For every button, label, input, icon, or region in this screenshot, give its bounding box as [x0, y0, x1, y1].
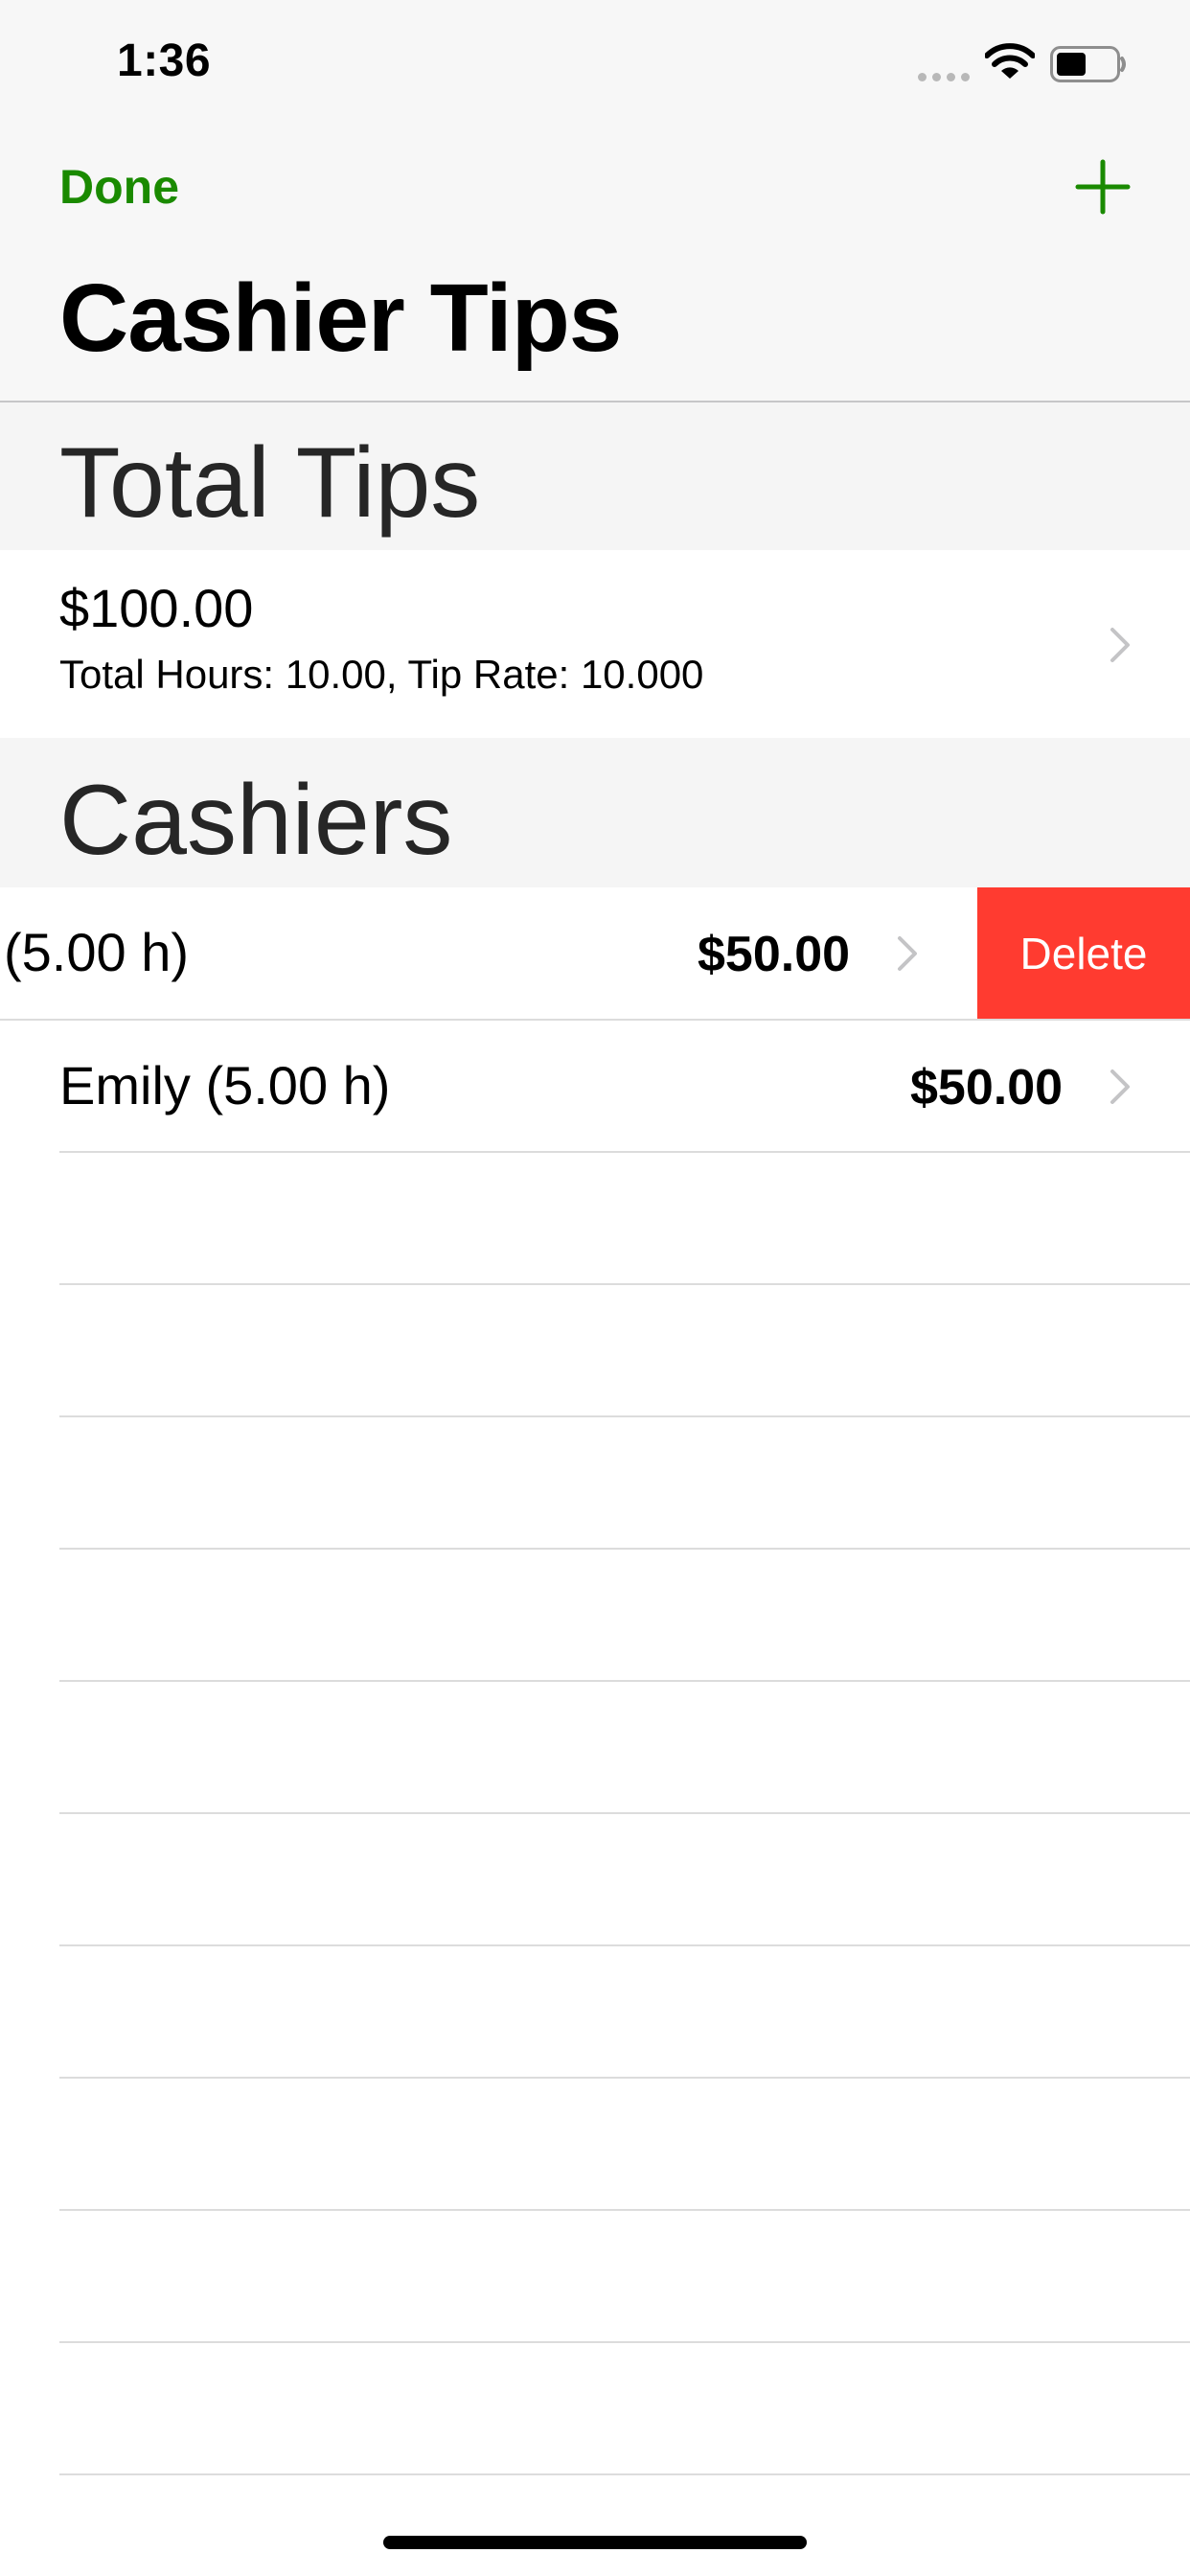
total-tips-cell[interactable]: $100.00 Total Hours: 10.00, Tip Rate: 10…: [0, 550, 1190, 738]
row-separator: [59, 1812, 1190, 1814]
row-separator: [59, 2341, 1190, 2343]
chevron-right-icon: [898, 936, 917, 971]
section-header-total-tips: Total Tips: [0, 402, 1190, 550]
plus-icon[interactable]: [1075, 159, 1131, 215]
cashier-row[interactable]: Emily (5.00 h) $50.00: [0, 1021, 1190, 1153]
row-separator: [59, 1548, 1190, 1550]
total-amount: $100.00: [59, 578, 254, 638]
section-header-label: Cashiers: [59, 765, 453, 876]
page-title: Cashier Tips: [59, 264, 622, 372]
status-time: 1:36: [117, 35, 212, 86]
done-button[interactable]: Done: [59, 159, 179, 215]
delete-button[interactable]: Delete: [977, 887, 1190, 1020]
row-separator: [59, 2209, 1190, 2211]
wifi-icon: [985, 43, 1035, 79]
cashier-name: (5.00 h): [4, 922, 189, 982]
row-separator: [59, 2077, 1190, 2079]
total-detail: Total Hours: 10.00, Tip Rate: 10.000: [59, 652, 704, 697]
battery-icon: [1050, 46, 1126, 82]
section-header-cashiers: Cashiers: [0, 738, 1190, 887]
chevron-right-icon: [1110, 1070, 1130, 1104]
cashier-amount: $50.00: [698, 927, 851, 982]
row-separator: [59, 1151, 1190, 1153]
home-indicator: [383, 2536, 807, 2549]
row-separator: [59, 1283, 1190, 1285]
row-separator: [59, 1415, 1190, 1417]
chevron-right-icon: [1110, 628, 1130, 662]
row-separator: [59, 1944, 1190, 1946]
row-separator: [59, 2473, 1190, 2475]
cashier-amount: $50.00: [910, 1060, 1064, 1116]
cashier-name: Emily (5.00 h): [59, 1055, 391, 1116]
cellular-signal-icon: [918, 71, 972, 82]
section-header-label: Total Tips: [59, 427, 481, 539]
row-separator: [59, 1680, 1190, 1682]
